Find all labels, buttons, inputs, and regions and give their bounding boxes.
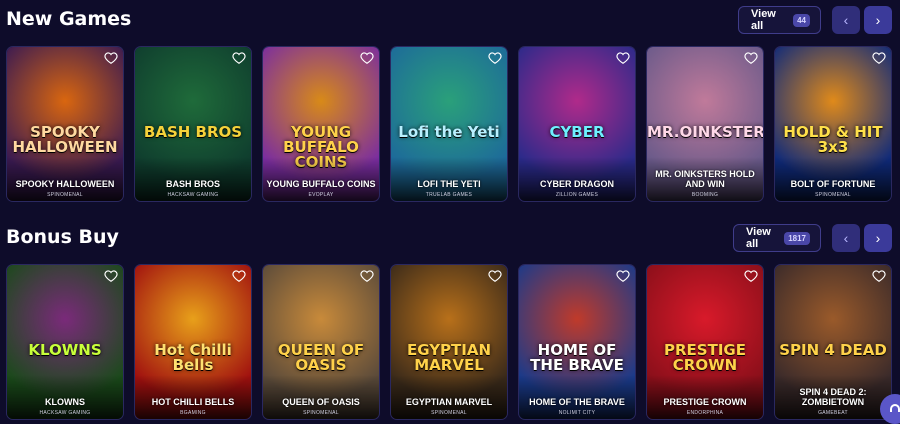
heart-icon[interactable]	[872, 269, 886, 283]
game-provider: HACKSAW GAMING	[167, 192, 219, 198]
heart-icon[interactable]	[616, 269, 630, 283]
bonus-buy-header: Bonus Buy View all 1817 ‹ ›	[0, 218, 900, 258]
game-title: QUEEN OF OASIS	[282, 396, 360, 407]
game-logo-text: BASH BROS	[143, 123, 243, 141]
game-card[interactable]: CYBER CYBER DRAGON ZILLION GAMES	[518, 46, 636, 202]
heart-icon[interactable]	[744, 51, 758, 65]
new-games-row: SPOOKY HALLOWEEN SPOOKY HALLOWEEN SPINOMEN…	[6, 46, 900, 202]
heart-icon[interactable]	[104, 51, 118, 65]
view-all-label: View all	[746, 226, 771, 250]
game-provider: HACKSAW GAMING	[39, 410, 91, 416]
new-games-section: New Games View all 44 ‹ › SPOOKY HALLOWE…	[0, 0, 900, 202]
game-title: EGYPTIAN MARVEL	[405, 396, 493, 407]
bonus-buy-row: KLOWNS KLOWNS HACKSAW GAMING Hot Chilli Bel…	[6, 264, 900, 420]
new-games-header: New Games View all 44 ‹ ›	[0, 0, 900, 40]
game-title: BOLT OF FORTUNE	[790, 178, 876, 189]
chevron-left-icon: ‹	[843, 12, 849, 28]
game-logo-text: SPOOKY HALLOWEEN	[12, 123, 118, 156]
heart-icon[interactable]	[488, 269, 502, 283]
next-arrow-button[interactable]: ›	[864, 6, 892, 34]
heart-icon[interactable]	[488, 51, 502, 65]
game-provider: ZILLION GAMES	[555, 192, 599, 198]
game-provider: TRUELAB GAMES	[425, 192, 473, 198]
game-card[interactable]: SPIN 4 DEAD SPIN 4 DEAD 2: ZOMBIETOWN GAME…	[774, 264, 892, 420]
game-title: MR. OINKSTERS HOLD AND WIN	[655, 169, 755, 189]
game-logo-text: Hot Chilli Bells	[154, 341, 232, 374]
game-provider: EVOPLAY	[308, 192, 334, 198]
game-title: CYBER DRAGON	[539, 178, 614, 189]
heart-icon[interactable]	[744, 269, 758, 283]
next-arrow-button[interactable]: ›	[864, 224, 892, 252]
prev-arrow-button[interactable]: ‹	[832, 6, 860, 34]
game-logo-text: QUEEN OF OASIS	[277, 341, 365, 374]
section-title: Bonus Buy	[6, 226, 119, 248]
game-card[interactable]: SPOOKY HALLOWEEN SPOOKY HALLOWEEN SPINOMEN…	[6, 46, 124, 202]
count-badge: 44	[793, 13, 810, 27]
game-logo-text: EGYPTIAN MARVEL	[406, 341, 492, 374]
view-all-label: View all	[751, 8, 776, 32]
game-logo-text: KLOWNS	[28, 341, 102, 359]
game-logo-text: HOLD & HIT 3x3	[783, 123, 883, 156]
game-provider: SPINOMENAL	[815, 192, 851, 198]
view-all-button[interactable]: View all 1817	[733, 224, 821, 252]
game-card[interactable]: PRESTIGE CROWN PRESTIGE CROWN ENDORPHINA	[646, 264, 764, 420]
game-card[interactable]: HOME OF THE BRAVE HOME OF THE BRAVE NOLIMI…	[518, 264, 636, 420]
prev-arrow-button[interactable]: ‹	[832, 224, 860, 252]
heart-icon[interactable]	[232, 51, 246, 65]
game-title: LOFI THE YETI	[417, 178, 481, 189]
heart-icon[interactable]	[616, 51, 630, 65]
game-provider: SPINOMENAL	[303, 410, 339, 416]
game-provider: BOOMING	[691, 192, 719, 198]
game-title: PRESTIGE CROWN	[663, 396, 747, 407]
game-logo-text: Lofi the Yeti	[398, 123, 500, 141]
chevron-right-icon: ›	[875, 230, 881, 246]
game-provider: SPINOMENAL	[47, 192, 83, 198]
game-provider: BGAMING	[180, 410, 206, 416]
game-card[interactable]: YOUNG BUFFALO COINSYOUNG BUFFALO COINSEV…	[262, 46, 380, 202]
game-provider: ENDORPHINA	[686, 410, 724, 416]
bonus-buy-section: Bonus Buy View all 1817 ‹ › KLOWNS KLOWNS…	[0, 218, 900, 420]
heart-icon[interactable]	[104, 269, 118, 283]
game-provider: NOLIMIT CITY	[558, 410, 596, 416]
game-card[interactable]: EGYPTIAN MARVEL EGYPTIAN MARVEL SPINOMENAL	[390, 264, 508, 420]
section-title: New Games	[6, 8, 132, 30]
game-title: SPOOKY HALLOWEEN	[15, 178, 115, 189]
heart-icon[interactable]	[360, 51, 374, 65]
chat-support-icon	[890, 404, 900, 412]
game-title: HOME OF THE BRAVE	[529, 396, 625, 407]
view-all-button[interactable]: View all 44	[738, 6, 821, 34]
game-logo-text: SPIN 4 DEAD	[779, 341, 887, 359]
game-card[interactable]: HOLD & HIT 3x3 BOLT OF FORTUNE SPINOMENAL	[774, 46, 892, 202]
game-title: KLOWNS	[45, 396, 85, 407]
heart-icon[interactable]	[232, 269, 246, 283]
game-logo-text: PRESTIGE CROWN	[664, 341, 746, 374]
game-card[interactable]: BASH BROS BASH BROS HACKSAW GAMING	[134, 46, 252, 202]
game-title: HOT CHILLI BELLS	[151, 396, 235, 407]
chevron-right-icon: ›	[875, 12, 881, 28]
heart-icon[interactable]	[872, 51, 886, 65]
game-provider: SPINOMENAL	[431, 410, 467, 416]
game-title: BASH BROS	[165, 178, 220, 189]
game-provider: GAMEBEAT	[818, 410, 848, 416]
count-badge: 1817	[784, 231, 810, 245]
heart-icon[interactable]	[360, 269, 374, 283]
game-card[interactable]: QUEEN OF OASIS QUEEN OF OASIS SPINOMENAL	[262, 264, 380, 420]
game-card[interactable]: Lofi the Yeti LOFI THE YETI TRUELAB GAMES	[390, 46, 508, 202]
game-card[interactable]: Hot Chilli Bells HOT CHILLI BELLS BGAMING	[134, 264, 252, 420]
game-title: SPIN 4 DEAD 2: ZOMBIETOWN	[799, 387, 867, 407]
chevron-left-icon: ‹	[843, 230, 849, 246]
game-card[interactable]: KLOWNS KLOWNS HACKSAW GAMING	[6, 264, 124, 420]
game-card[interactable]: MR.OINKSTERS MR. OINKSTERS HOLD AND WIN BO…	[646, 46, 764, 202]
game-logo-text: CYBER	[549, 123, 605, 141]
game-logo-text: MR.OINKSTERS	[647, 123, 764, 141]
game-title: YOUNG BUFFALO COINS	[266, 178, 376, 189]
game-logo-text: HOME OF THE BRAVE	[530, 341, 624, 374]
